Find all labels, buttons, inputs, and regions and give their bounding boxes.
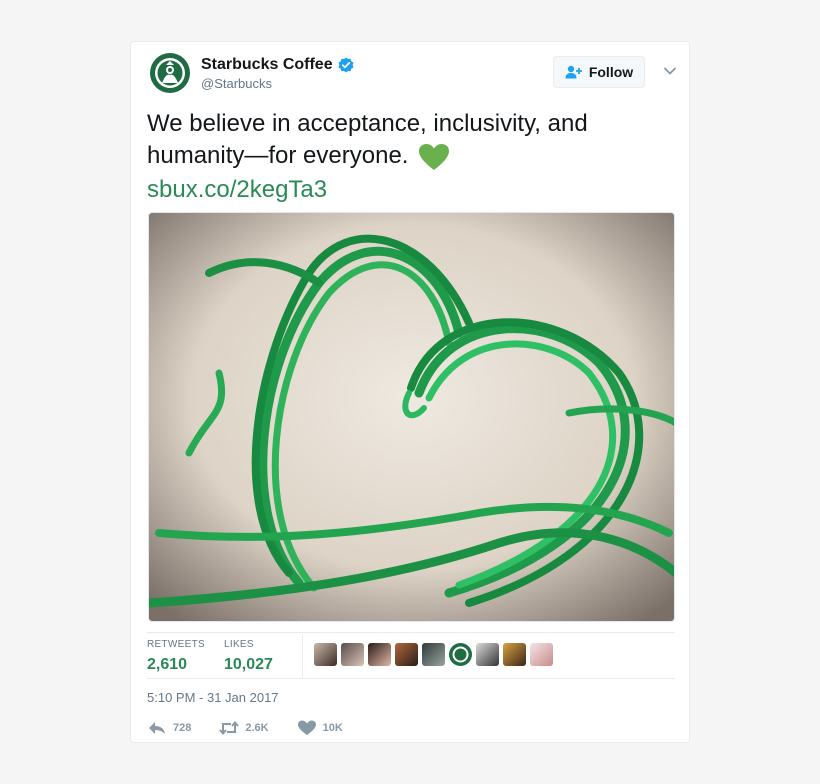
reply-action[interactable]: 728 (147, 720, 191, 736)
follow-label: Follow (588, 64, 634, 80)
liker-avatar[interactable] (368, 643, 391, 666)
heart-icon (297, 720, 316, 735)
tweet-image[interactable] (148, 212, 675, 622)
tweet-actions: 728 2.6K 10K (147, 720, 371, 736)
reply-icon (149, 722, 165, 734)
add-user-icon (565, 65, 582, 79)
stats-separator (302, 634, 303, 678)
liker-avatar[interactable] (503, 643, 526, 666)
liker-avatar[interactable] (341, 643, 364, 666)
starbucks-liker-icon[interactable] (449, 643, 472, 666)
tweet-text: We believe in acceptance, inclusivity, a… (147, 108, 667, 172)
tweet-card: Starbucks Coffee @Starbucks Follow We be… (130, 41, 690, 743)
verified-badge-icon (338, 57, 354, 73)
like-action[interactable]: 10K (297, 720, 343, 736)
reply-count: 728 (173, 722, 192, 734)
tweet-link[interactable]: sbux.co/2kegTa3 (147, 174, 327, 206)
likes-count: 10,027 (224, 656, 273, 673)
tweet-author[interactable]: Starbucks Coffee @Starbucks (201, 56, 354, 91)
liker-avatar[interactable] (530, 643, 553, 666)
stats-top-divider (147, 632, 675, 633)
green-heart-icon (419, 144, 450, 170)
likes-stat[interactable]: LIKES 10,027 (224, 639, 273, 674)
author-handle[interactable]: @Starbucks (201, 76, 354, 91)
retweet-count: 2.6K (245, 722, 269, 734)
likes-label: LIKES (224, 639, 254, 650)
tweet-timestamp[interactable]: 5:10 PM - 31 Jan 2017 (147, 690, 279, 705)
follow-button[interactable]: Follow (553, 56, 645, 88)
ribbon-heart-photo (149, 213, 674, 621)
like-count: 10K (322, 722, 343, 734)
liker-avatar[interactable] (314, 643, 337, 666)
stats-bottom-divider (147, 678, 675, 679)
tweet-text-line2: humanity—for everyone. (147, 142, 409, 169)
liker-avatar[interactable] (422, 643, 445, 666)
retweet-icon (219, 720, 240, 736)
starbucks-avatar-icon[interactable] (150, 53, 190, 93)
chevron-down-icon[interactable] (663, 64, 677, 78)
tweet-text-line1: We believe in acceptance, inclusivity, a… (147, 110, 588, 137)
author-name[interactable]: Starbucks Coffee (201, 56, 333, 74)
retweet-action[interactable]: 2.6K (219, 720, 269, 736)
liker-avatar[interactable] (395, 643, 418, 666)
retweets-stat[interactable]: RETWEETS 2,610 (147, 639, 205, 674)
likers-avatars (314, 643, 553, 666)
liker-avatar[interactable] (476, 643, 499, 666)
retweets-count: 2,610 (147, 656, 188, 673)
retweets-label: RETWEETS (147, 639, 205, 650)
